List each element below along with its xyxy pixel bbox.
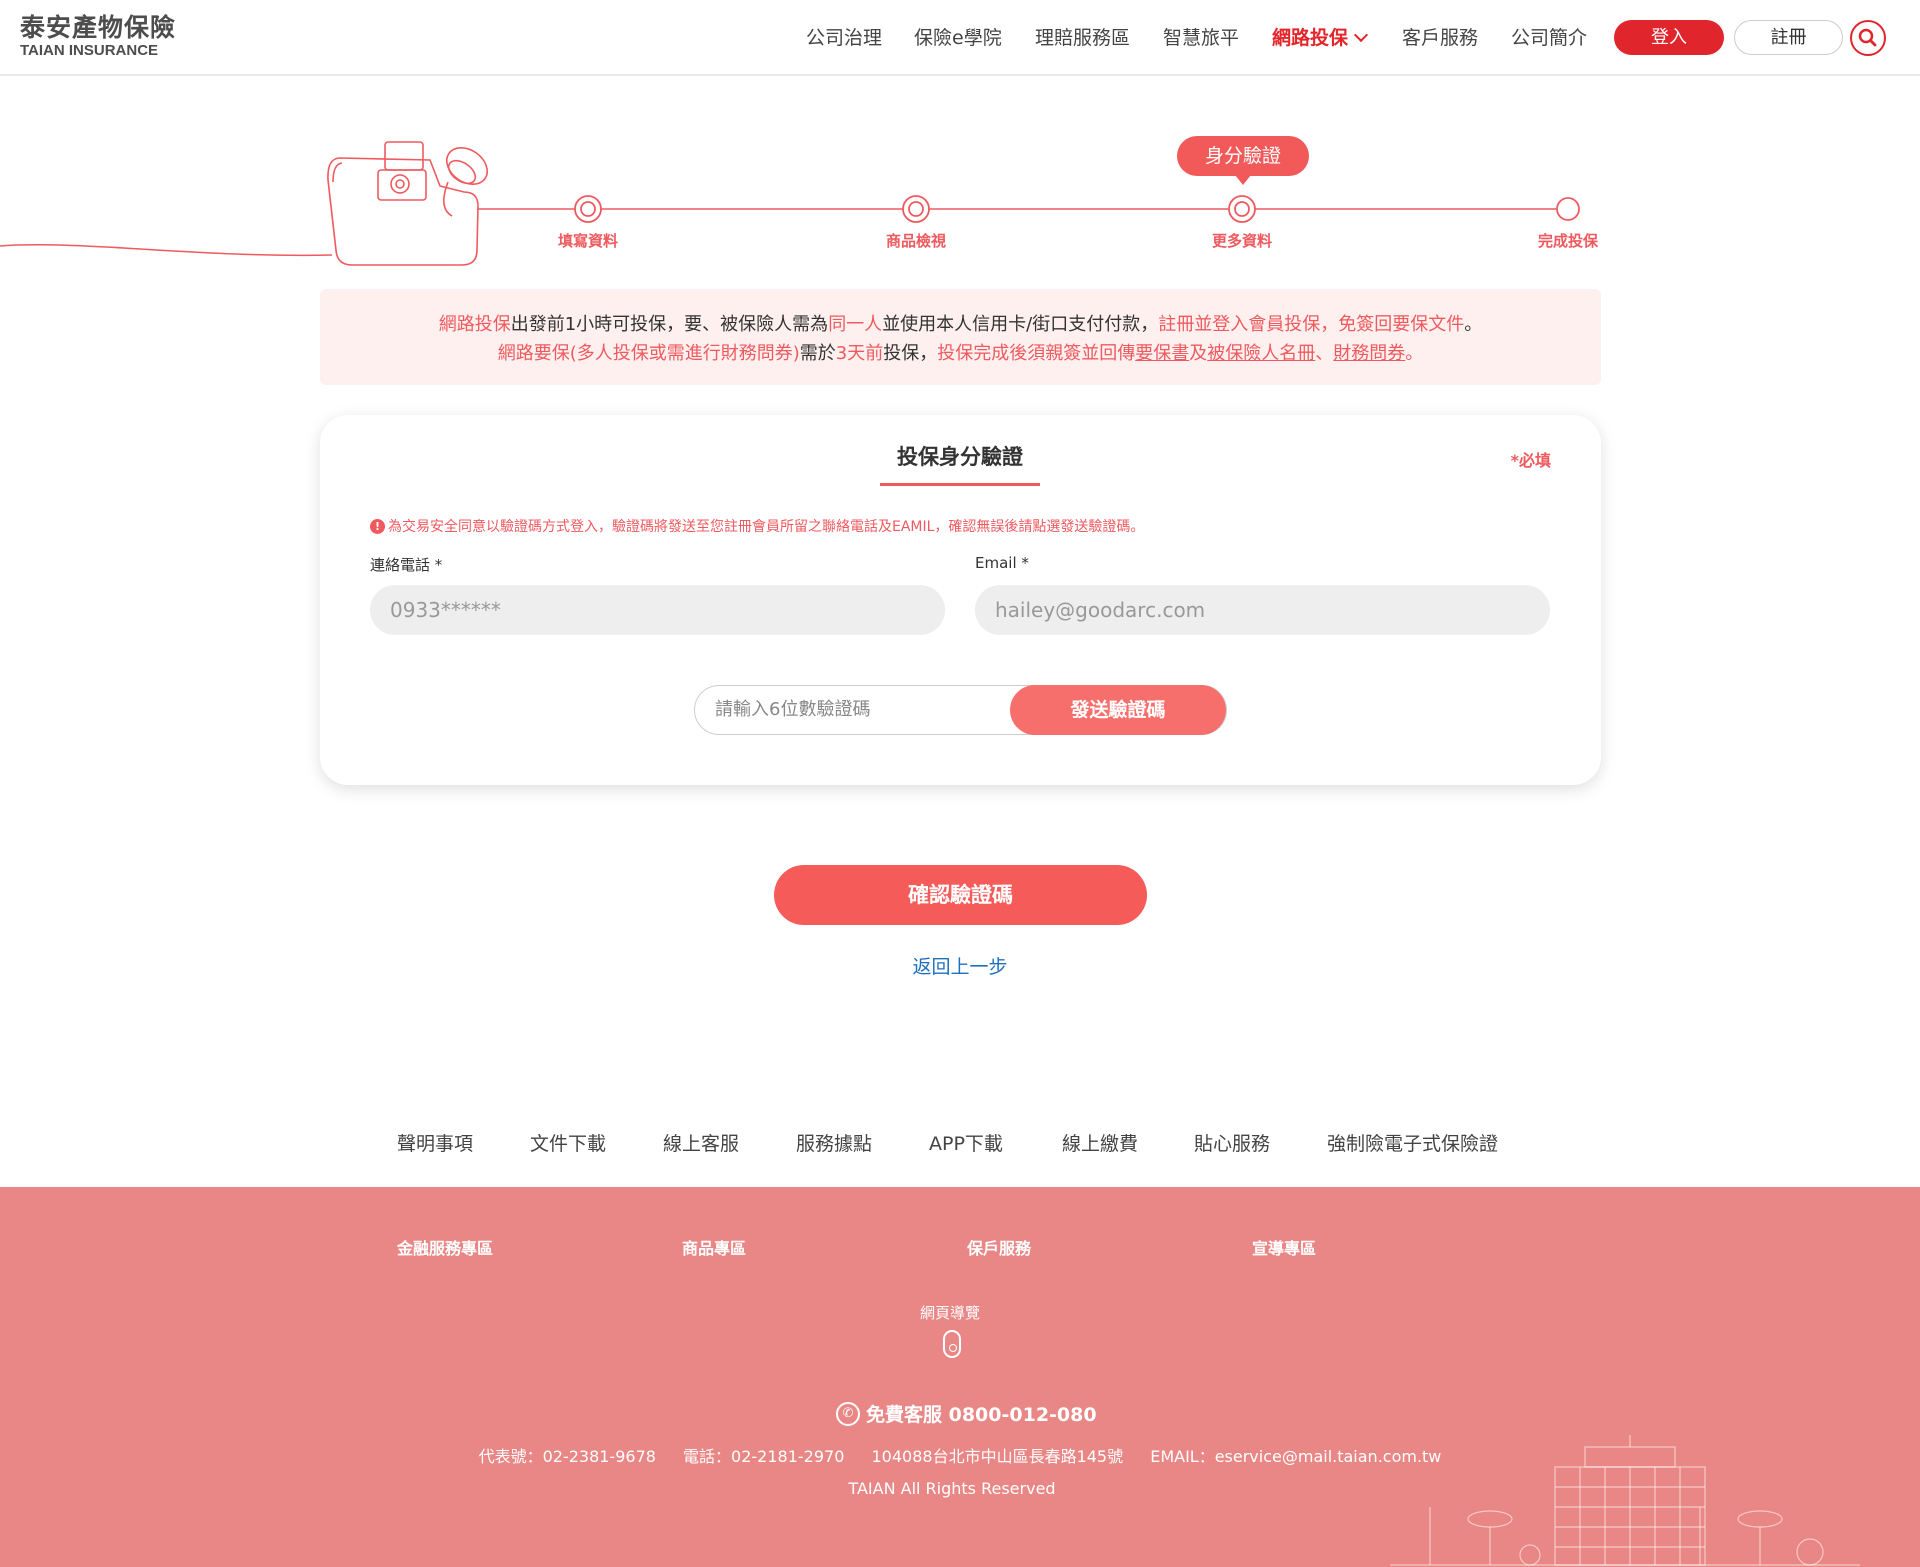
notice-text: 出發前1小時可投保，要、被保險人需為: [510, 314, 829, 335]
current-step-badge: 身分驗證: [1177, 136, 1309, 185]
step-node-1: [574, 195, 602, 223]
notice-text: 網路要保(多人投保或需進行財務問券): [497, 343, 800, 364]
step-label-review: 商品檢視: [885, 232, 947, 250]
back-link[interactable]: 返回上一步: [860, 952, 1060, 979]
footer-category-finance[interactable]: 金融服務專區: [397, 1235, 493, 1259]
notice-text: 投保完成後須親簽並回傳: [937, 343, 1136, 364]
hotline-text: 免費客服 0800-012-080: [866, 1404, 1097, 1426]
footer-link-app[interactable]: APP下載: [929, 1129, 1003, 1156]
notice-text: 免簽回要保文件: [1338, 314, 1465, 335]
footer-link-compulsory-certificate[interactable]: 強制險電子式保險證: [1327, 1129, 1498, 1156]
luggage-illustration: [327, 141, 489, 266]
site-footer: 金融服務專區 商品專區 保戶服務 宣導專區 網頁導覽 ✆ 免費客服 0800-0…: [0, 1187, 1920, 1567]
notice-text: 網路投保: [438, 314, 511, 335]
verification-code-placeholder: 請輸入6位數驗證碼: [715, 699, 871, 720]
address: 104088台北市中山區長春路145號: [871, 1447, 1124, 1466]
footer-link-statement[interactable]: 聲明事項: [397, 1129, 473, 1156]
alert-icon: !: [370, 518, 385, 534]
building-skyline-illustration: [1390, 1435, 1860, 1566]
brand-name-en: TAIAN INSURANCE: [20, 42, 159, 59]
search-button[interactable]: [1850, 20, 1886, 56]
hotline: ✆ 免費客服 0800-012-080: [836, 1400, 1097, 1427]
footer-category-policyholder[interactable]: 保戶服務: [967, 1235, 1031, 1259]
phone: 電話：02-2181-2970: [683, 1447, 845, 1466]
send-code-button[interactable]: 發送驗證碼: [1010, 685, 1226, 735]
nav-item-about[interactable]: 公司簡介: [1511, 22, 1587, 54]
nav-item-claims[interactable]: 理賠服務區: [1035, 22, 1130, 54]
email-field[interactable]: hailey@goodarc.com: [975, 585, 1550, 635]
step-node-2: [902, 195, 930, 223]
email-label: Email *: [975, 554, 1029, 572]
sitemap-toggle[interactable]: 網頁導覽: [920, 1302, 980, 1323]
application-form-link[interactable]: 要保書: [1135, 343, 1189, 364]
footer-link-downloads[interactable]: 文件下載: [530, 1129, 606, 1156]
nav-item-governance[interactable]: 公司治理: [806, 22, 882, 54]
brand-name-zh: 泰安產物保險: [20, 13, 177, 42]
footer-link-care-service[interactable]: 貼心服務: [1194, 1129, 1270, 1156]
nav-item-online-insurance-label: 網路投保: [1272, 27, 1349, 49]
nav-item-online-insurance[interactable]: 網路投保: [1272, 22, 1369, 54]
phone-label: 連絡電話 *: [370, 556, 443, 574]
footer-category-advocacy[interactable]: 宣導專區: [1252, 1235, 1316, 1259]
insured-list-link[interactable]: 被保險人名冊: [1207, 343, 1315, 364]
notice-text: 需於: [799, 343, 836, 364]
login-button[interactable]: 登入: [1614, 20, 1724, 55]
verification-card: 投保身分驗證 *必填 ! 為交易安全同意以驗證碼方式登入，驗證碼將發送至您註冊會…: [320, 415, 1601, 785]
search-icon: [1858, 28, 1877, 47]
nav-item-academy[interactable]: 保險e學院: [914, 22, 1002, 54]
brand-logo[interactable]: 泰安產物保險 TAIAN INSURANCE: [20, 14, 176, 60]
progress-steps: 身分驗證 填寫資料 商品檢視 更多資料 完成投保: [0, 120, 1920, 280]
register-button[interactable]: 註冊: [1734, 20, 1843, 55]
footer-link-locations[interactable]: 服務據點: [796, 1129, 872, 1156]
card-title: 投保身分驗證: [880, 441, 1040, 486]
notice-text: 及: [1189, 343, 1208, 364]
nav-item-travel[interactable]: 智慧旅平: [1163, 22, 1239, 54]
footer-link-online-service[interactable]: 線上客服: [663, 1129, 739, 1156]
step-node-4: [1556, 197, 1580, 221]
security-warning-text: 為交易安全同意以驗證碼方式登入，驗證碼將發送至您註冊會員所留之聯絡電話及EAMI…: [388, 519, 1145, 535]
phone-field[interactable]: 0933******: [370, 585, 945, 635]
notice-text: 3天前: [835, 343, 884, 364]
footer-link-payment[interactable]: 線上繳費: [1062, 1129, 1138, 1156]
notice-text: 、: [1315, 343, 1334, 364]
progress-track: [0, 141, 1580, 266]
chevron-down-icon: [1353, 27, 1369, 43]
main-phone: 代表號：02-2381-9678: [478, 1447, 656, 1466]
step-node-3: [1228, 195, 1256, 223]
notice-banner: 網路投保出發前1小時可投保，要、被保險人需為同一人並使用本人信用卡/街口支付付款…: [320, 289, 1601, 385]
nav-item-customer-service[interactable]: 客戶服務: [1402, 22, 1478, 54]
notice-text: 。: [1405, 343, 1424, 364]
notice-text: 並使用本人信用卡/街口支付付款，: [882, 314, 1159, 335]
step-label-complete: 完成投保: [1537, 232, 1599, 250]
notice-text: ，: [1320, 314, 1339, 335]
step-label-more-info: 更多資料: [1211, 232, 1273, 250]
scroll-mouse-icon[interactable]: [943, 1330, 961, 1358]
notice-line-2: 網路要保(多人投保或需進行財務問券)需於3天前投保，投保完成後須親簽並回傳要保書…: [320, 339, 1601, 368]
notice-text: 註冊並登入會員投保: [1158, 314, 1321, 335]
confirm-code-button[interactable]: 確認驗證碼: [774, 865, 1147, 925]
financial-questionnaire-link[interactable]: 財務問券: [1333, 343, 1405, 364]
notice-line-1: 網路投保出發前1小時可投保，要、被保險人需為同一人並使用本人信用卡/街口支付付款…: [320, 310, 1601, 339]
security-warning: ! 為交易安全同意以驗證碼方式登入，驗證碼將發送至您註冊會員所留之聯絡電話及EA…: [370, 516, 1144, 536]
notice-text: 投保，: [883, 343, 938, 364]
required-note: *必填: [1510, 451, 1551, 470]
site-header: 泰安產物保險 TAIAN INSURANCE 公司治理 保險e學院 理賠服務區 …: [0, 0, 1920, 76]
notice-text: 同一人: [828, 314, 883, 335]
footer-category-products[interactable]: 商品專區: [682, 1235, 746, 1259]
phone-icon: ✆: [836, 1401, 860, 1426]
notice-text: 。: [1464, 314, 1483, 335]
step-label-fill-data: 填寫資料: [557, 232, 619, 250]
